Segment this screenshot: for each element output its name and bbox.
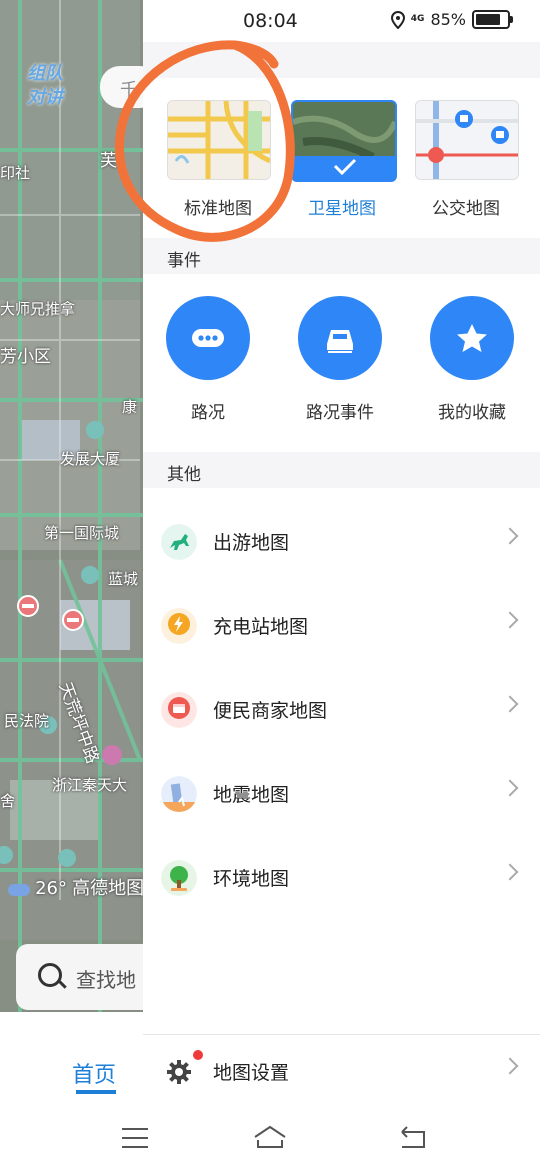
nav-home-button[interactable]	[245, 1110, 295, 1160]
status-right: 4G 85%	[390, 10, 513, 29]
chevron-right-icon	[501, 863, 519, 881]
traffic-label[interactable]: 路况	[148, 398, 268, 423]
tab-home[interactable]: 首页	[72, 1057, 116, 1089]
status-time: 08:04	[243, 10, 298, 32]
horse-icon	[161, 524, 197, 560]
road-event-button[interactable]	[298, 296, 382, 380]
gear-icon	[167, 1060, 191, 1084]
section-events: 事件	[143, 238, 540, 274]
menu-item-charging-map[interactable]: 充电站地图	[143, 584, 540, 668]
chevron-right-icon	[501, 527, 519, 545]
tab-home-indicator	[76, 1090, 116, 1094]
menu-item-label: 出游地图	[213, 532, 290, 554]
tree-icon	[161, 860, 197, 896]
map-layer-panel: 08:04 4G 85% 标准地图 卫星地图 公交地图 事件 路况 路况事件 我…	[143, 0, 540, 1105]
section-map-type	[143, 42, 540, 78]
search-placeholder: 查找地	[76, 968, 136, 992]
map-settings-label: 地图设置	[213, 1062, 290, 1084]
maptype-transit-thumb[interactable]	[415, 100, 519, 180]
maptype-satellite-label[interactable]: 卫星地图	[291, 194, 393, 219]
menu-item-label: 环境地图	[213, 868, 290, 890]
menu-item-label: 地震地图	[213, 784, 290, 806]
section-other-title: 其他	[167, 465, 201, 485]
search-icon	[38, 963, 62, 987]
battery-icon	[472, 10, 513, 29]
menu-item-environment-map[interactable]: 环境地图	[143, 836, 540, 920]
lightning-icon	[161, 608, 197, 644]
chevron-right-icon	[501, 1057, 519, 1075]
network-indicator: 4G	[410, 14, 425, 24]
traffic-button[interactable]	[166, 296, 250, 380]
battery-percent: 85%	[430, 10, 466, 29]
chevron-right-icon	[501, 695, 519, 713]
standard-map-thumbnail	[168, 101, 270, 179]
nav-back-button[interactable]	[388, 1110, 438, 1160]
maptype-standard-label[interactable]: 标准地图	[167, 194, 269, 219]
more-icon	[192, 329, 224, 347]
nav-menu-button[interactable]	[110, 1110, 160, 1160]
road-event-icon	[327, 330, 353, 353]
map-settings-row[interactable]: 地图设置	[143, 1030, 540, 1114]
star-icon	[457, 324, 487, 352]
maptype-standard-thumb[interactable]	[167, 100, 271, 180]
chevron-right-icon	[501, 779, 519, 797]
chevron-right-icon	[501, 611, 519, 629]
road-event-label[interactable]: 路况事件	[280, 398, 400, 423]
earthquake-icon	[161, 776, 197, 812]
notification-dot	[193, 1050, 203, 1060]
transit-map-thumbnail	[416, 101, 518, 179]
section-other: 其他	[143, 452, 540, 488]
menu-item-earthquake-map[interactable]: 地震地图	[143, 752, 540, 836]
maptype-transit-label[interactable]: 公交地图	[415, 194, 517, 219]
maptype-satellite-thumb[interactable]	[291, 100, 397, 182]
status-bar: 08:04 4G 85%	[143, 0, 540, 42]
menu-item-label: 便民商家地图	[213, 700, 328, 722]
favorites-button[interactable]	[430, 296, 514, 380]
location-icon	[390, 10, 405, 29]
menu-item-merchant-map[interactable]: 便民商家地图	[143, 668, 540, 752]
shop-icon	[161, 692, 197, 728]
menu-item-label: 充电站地图	[213, 616, 309, 638]
satellite-map-thumbnail	[293, 102, 395, 180]
favorites-label[interactable]: 我的收藏	[412, 398, 532, 423]
section-events-title: 事件	[167, 251, 201, 271]
menu-item-travel-map[interactable]: 出游地图	[143, 500, 540, 584]
